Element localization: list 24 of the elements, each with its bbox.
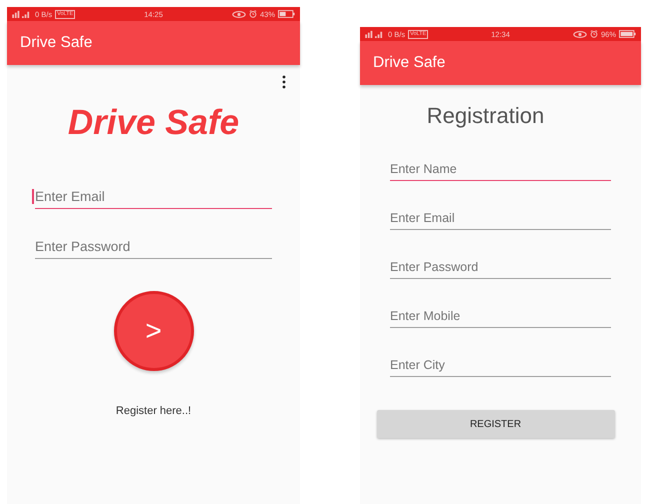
alarm-icon (590, 30, 598, 38)
register-link[interactable]: Register here..! (116, 405, 192, 417)
signal-icon (365, 30, 385, 38)
input-field[interactable]: Enter Name (390, 153, 611, 181)
text-cursor (32, 189, 34, 204)
app-title: Drive Safe (20, 34, 92, 52)
input-field[interactable]: Enter Email (390, 202, 611, 230)
alarm-icon (248, 10, 257, 18)
battery-icon (278, 10, 295, 18)
overflow-menu-icon[interactable] (282, 75, 286, 89)
input-field[interactable]: Enter Password (390, 251, 611, 279)
app-logo-text: Drive Safe (68, 103, 240, 143)
eye-icon (572, 30, 587, 38)
registration-heading: Registration (426, 103, 544, 129)
battery-icon (619, 30, 636, 38)
input-field[interactable]: Enter Password (35, 231, 272, 259)
submit-button[interactable]: > (114, 291, 194, 371)
app-title: Drive Safe (373, 54, 446, 72)
signal-icon (12, 10, 32, 18)
eye-icon (232, 10, 246, 18)
input-field[interactable]: Enter City (390, 349, 611, 377)
input-field[interactable]: Enter Email (35, 181, 272, 209)
input-field[interactable]: Enter Mobile (390, 300, 611, 328)
register-button[interactable]: REGISTER (376, 410, 614, 438)
